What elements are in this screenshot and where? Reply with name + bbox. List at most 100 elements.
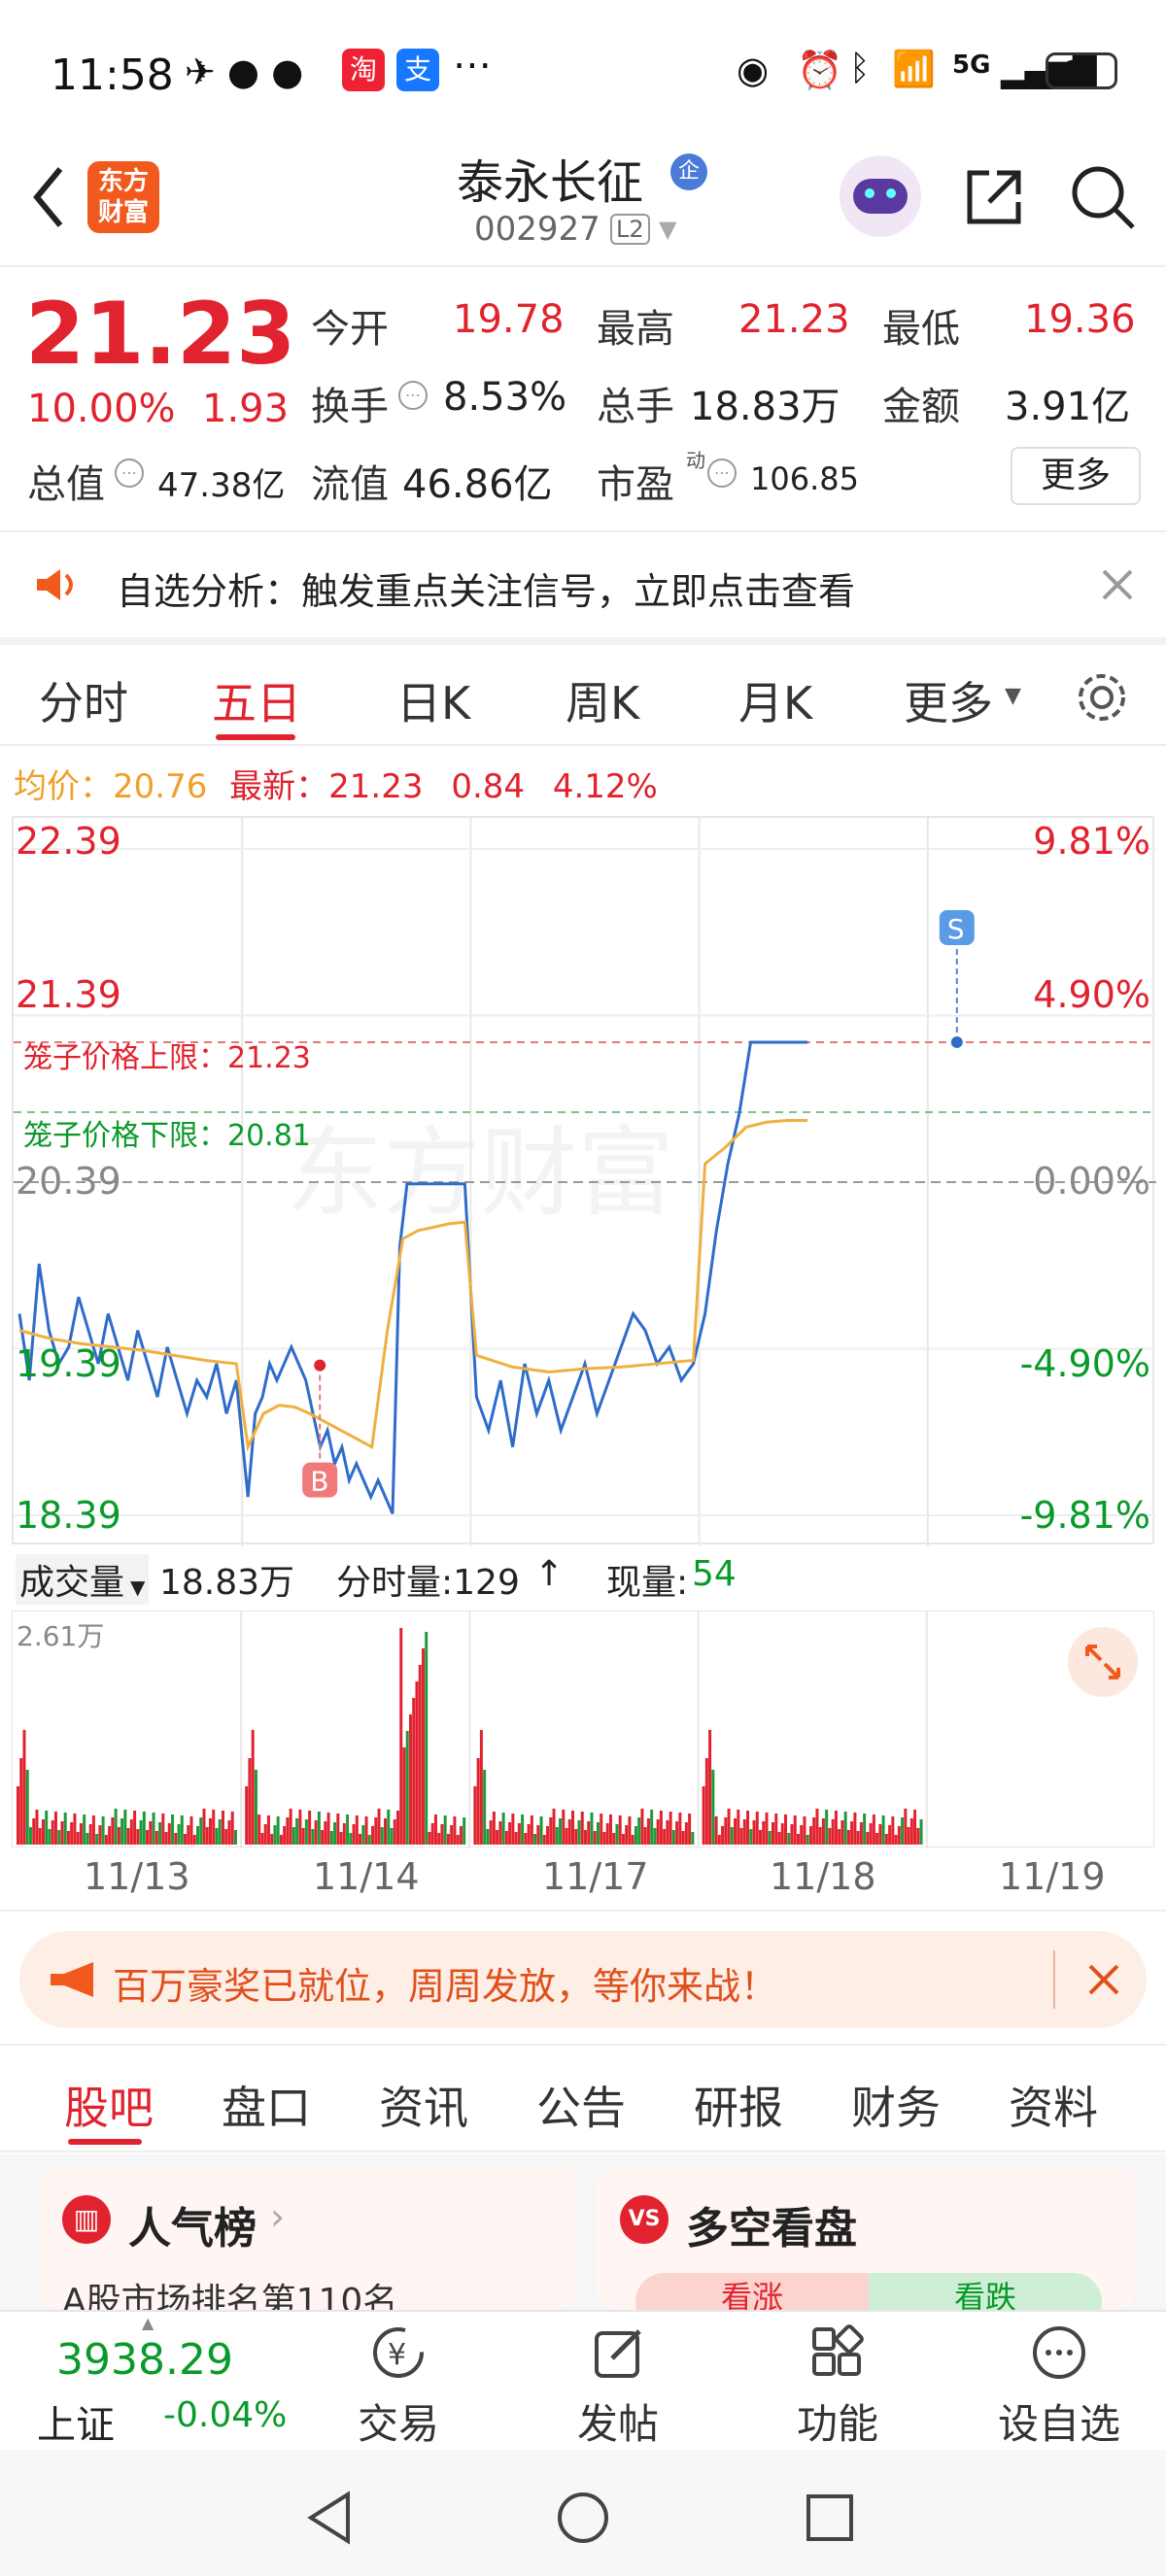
volume-bar — [587, 1821, 591, 1845]
volume-bar — [755, 1812, 759, 1845]
stock-name: 泰永长征 — [457, 155, 644, 210]
tab-research[interactable]: 研报 — [694, 2073, 783, 2137]
volume-bar — [336, 1813, 340, 1845]
volume-bar — [126, 1828, 130, 1845]
tab-five-day[interactable]: 五日 — [212, 668, 301, 732]
open-value: 19.78 — [453, 297, 565, 342]
info-icon[interactable]: ⋯ — [115, 458, 144, 488]
volume-bar — [227, 1820, 231, 1845]
volume-bar — [329, 1831, 333, 1845]
back-nav-icon[interactable] — [301, 2489, 360, 2547]
volume-bar — [53, 1812, 57, 1845]
recents-nav-icon[interactable] — [803, 2491, 857, 2545]
volume-bar — [691, 1832, 695, 1845]
volume-bar — [399, 1628, 403, 1845]
volume-selector[interactable]: 成交量 ▼ — [16, 1554, 150, 1605]
tab-profile[interactable]: 资料 — [1009, 2073, 1098, 2137]
bluetooth-icon: ᛒ — [849, 49, 871, 88]
volume-bar — [187, 1825, 190, 1845]
home-nav-icon[interactable] — [554, 2489, 612, 2547]
volume-bar — [708, 1730, 712, 1845]
chevron-down-icon[interactable]: ▼ — [659, 216, 676, 243]
volume-bar — [333, 1822, 337, 1845]
tab-news[interactable]: 资讯 — [379, 2073, 468, 2137]
volume-bar — [663, 1829, 667, 1845]
share-icon[interactable] — [962, 165, 1026, 229]
app-logo[interactable]: 东方 财富 — [87, 161, 159, 233]
nav-post[interactable]: 发帖 — [550, 2323, 686, 2451]
bull-bear-card[interactable]: VS 多空看盘 看涨 看跌 — [597, 2166, 1135, 2310]
volume-bar — [359, 1834, 362, 1845]
market-cap-value: 47.38亿 — [157, 466, 286, 505]
level2-badge[interactable]: L2 — [610, 214, 650, 245]
tab-guba[interactable]: 股吧 — [64, 2073, 154, 2137]
tab-daily-k[interactable]: 日K — [396, 668, 470, 732]
volume-bar — [567, 1819, 571, 1845]
volume-bar — [843, 1812, 847, 1845]
volume-bar — [324, 1821, 327, 1845]
nav-trade[interactable]: ¥ 交易 — [330, 2323, 466, 2451]
volume-bar — [524, 1833, 528, 1845]
caret-down-icon[interactable]: ▼ — [1005, 684, 1021, 708]
volume-bar — [913, 1810, 917, 1845]
robot-assistant-icon[interactable] — [840, 155, 921, 237]
tab-weekly-k[interactable]: 周K — [566, 668, 639, 732]
volume-bar — [739, 1828, 743, 1845]
volume-bar — [549, 1817, 553, 1845]
status-bar: 11:58 ✈ ● ● 淘 支 ⋯ ◉ ⏰ ᛒ 📶 5G ▂▄▆█ 21 — [0, 0, 1166, 146]
y-left-tick-1: 21.39 — [16, 973, 121, 1016]
info-icon[interactable]: ⋯ — [398, 381, 428, 410]
eye-icon: ◉ — [737, 49, 770, 91]
volume-bar — [266, 1815, 270, 1845]
tab-announcements[interactable]: 公告 — [536, 2073, 626, 2137]
bullish-button[interactable]: 看涨 — [635, 2273, 869, 2310]
search-icon[interactable] — [1069, 163, 1137, 231]
notice-bar[interactable]: 自选分析：触发重点关注信号，立即点击查看 — [0, 532, 1166, 637]
pe-value: 106.85 — [750, 460, 859, 497]
info-icon[interactable]: ⋯ — [707, 458, 737, 488]
volume-bar — [486, 1829, 490, 1845]
volume-bar — [681, 1831, 685, 1845]
tab-intraday[interactable]: 分时 — [39, 668, 128, 732]
bearish-button[interactable]: 看跌 — [869, 2273, 1102, 2310]
index-ticker[interactable]: ▲ 3938.29 上证 -0.04% — [0, 2312, 287, 2452]
tab-monthly-k[interactable]: 月K — [738, 668, 812, 732]
volume-bar — [352, 1824, 356, 1845]
sell-marker-dot — [950, 1035, 963, 1048]
volume-bar — [224, 1829, 228, 1845]
volume-bar — [666, 1820, 669, 1845]
tab-pankou[interactable]: 盘口 — [222, 2073, 311, 2137]
volume-bar — [828, 1828, 832, 1845]
more-button[interactable]: 更多 — [1011, 447, 1141, 505]
volume-chart-svg — [17, 1611, 928, 1848]
volume-bar — [759, 1830, 763, 1845]
low-label: 最低 — [882, 307, 960, 352]
back-icon[interactable] — [29, 163, 68, 231]
volume-bar — [721, 1826, 725, 1845]
volume-bar — [221, 1811, 224, 1845]
gear-icon[interactable] — [1075, 670, 1129, 725]
volume-bar — [361, 1825, 365, 1845]
volume-bar — [230, 1812, 234, 1845]
volume-bar — [840, 1820, 844, 1845]
tab-more[interactable]: 更多 — [904, 668, 993, 732]
close-icon[interactable] — [1086, 1962, 1121, 1997]
volume-bar — [831, 1819, 835, 1845]
expand-button[interactable] — [1068, 1627, 1138, 1697]
volume-bar — [711, 1770, 715, 1845]
volume-bar — [430, 1823, 434, 1845]
nav-functions[interactable]: 功能 — [770, 2323, 906, 2451]
nav-add-watchlist[interactable]: 设自选 — [981, 2323, 1137, 2451]
volume-chart[interactable]: 2.61万 — [12, 1610, 1154, 1848]
bull-bear-title: 多空看盘 — [686, 2204, 857, 2254]
promo-banner[interactable]: 百万豪奖已就位，周周发放，等你来战！ — [19, 1931, 1147, 2028]
volume-total: 18.83万 — [159, 1563, 295, 1603]
volume-bar — [530, 1815, 533, 1845]
tab-finance[interactable]: 财务 — [851, 2073, 941, 2137]
popularity-card[interactable]: ▥ 人气榜 › A股市场排名第110名 — [39, 2166, 577, 2310]
price-chart[interactable]: 东方财富 B S 22.39 21.39 20.39 19.39 18.39 9.… — [12, 816, 1156, 1546]
volume-bar — [527, 1824, 531, 1845]
volume-bar — [559, 1818, 563, 1845]
close-icon[interactable] — [1100, 567, 1135, 602]
volume-bar — [856, 1831, 860, 1845]
